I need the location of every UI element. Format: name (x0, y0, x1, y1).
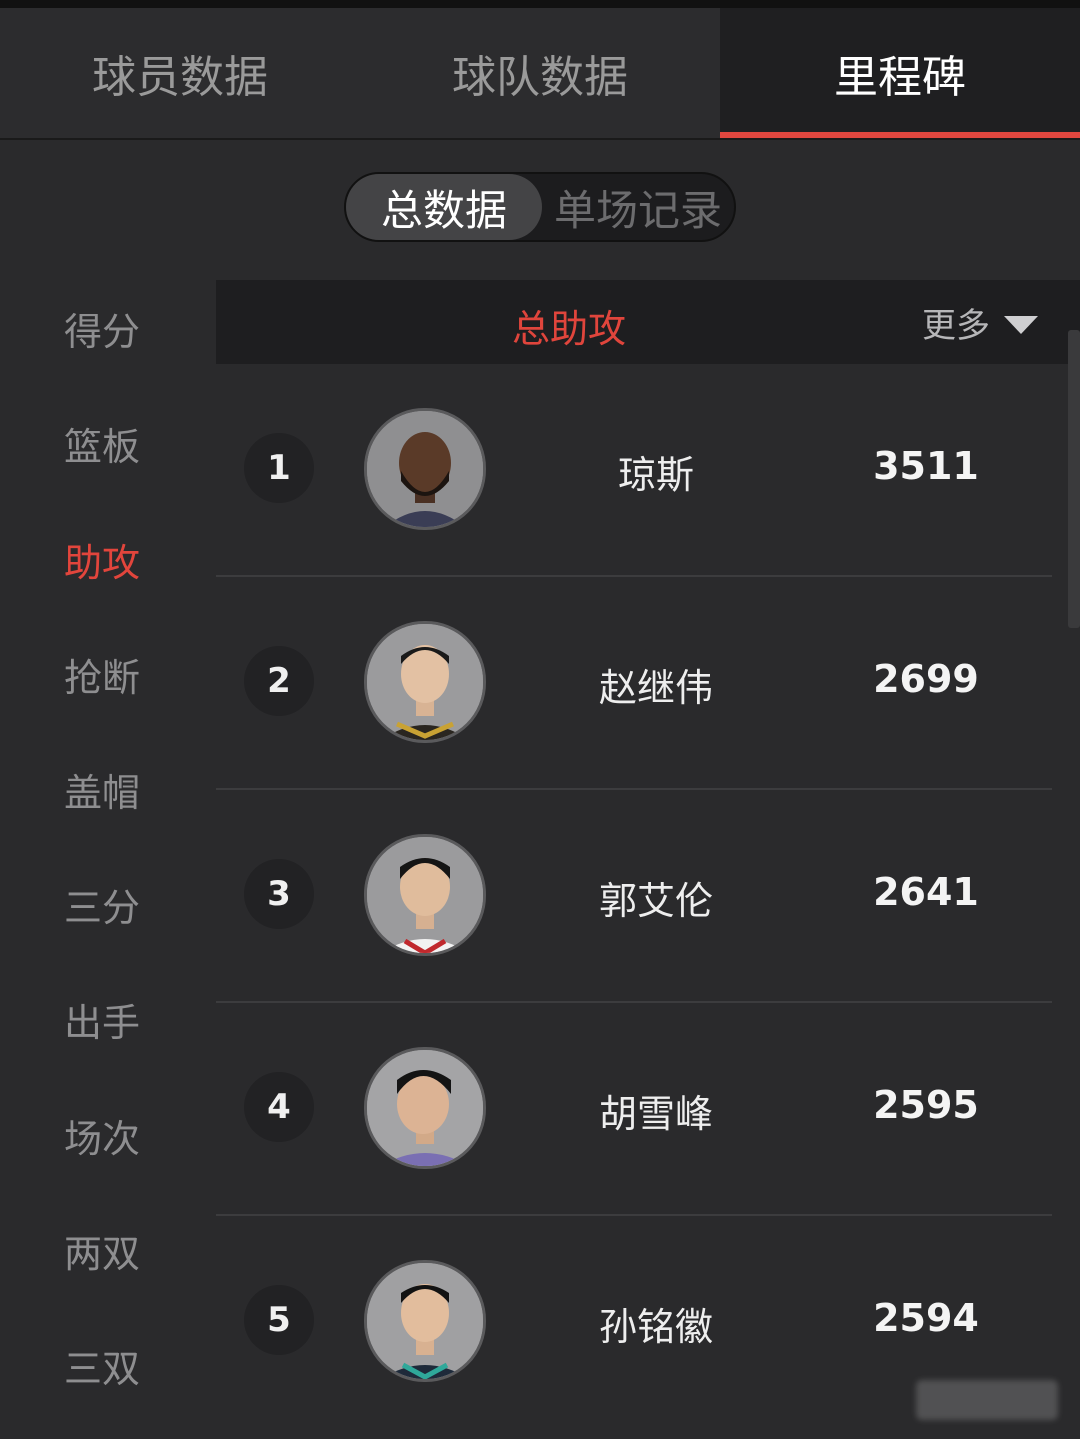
sidebar-item-blocks[interactable]: 盖帽 (64, 762, 140, 817)
sidebar-item-points[interactable]: 得分 (64, 301, 140, 356)
rank-badge: 3 (244, 859, 314, 929)
player-avatar (364, 1260, 486, 1382)
top-tab-bar: 球员数据 球队数据 里程碑 (0, 8, 1080, 140)
sidebar-item-triple-doubles[interactable]: 三双 (64, 1338, 140, 1393)
segment-single-game-records[interactable]: 单场记录 (542, 174, 734, 240)
ranking-row[interactable]: 3 郭艾伦 2641 (216, 790, 1052, 1003)
stat-value: 2595 (873, 1083, 979, 1127)
segmented-control: 总数据 单场记录 (344, 172, 736, 242)
stat-value: 2594 (873, 1296, 979, 1340)
player-name: 赵继伟 (598, 666, 713, 710)
ranking-row[interactable]: 1 琼斯 3511 (216, 364, 1052, 577)
ranking-row[interactable]: 2 赵继伟 2699 (216, 577, 1052, 790)
segment-total-stats[interactable]: 总数据 (346, 174, 542, 240)
more-dropdown[interactable]: 更多 (922, 298, 1038, 347)
stat-value: 2641 (873, 870, 979, 914)
stat-value: 2699 (873, 657, 979, 701)
caret-down-icon (1004, 315, 1038, 334)
list-scrollbar[interactable] (1068, 330, 1080, 628)
player-avatar (364, 408, 486, 530)
rank-badge: 1 (244, 433, 314, 503)
player-name: 琼斯 (617, 453, 694, 497)
rank-badge: 5 (244, 1285, 314, 1355)
tab-team-stats[interactable]: 球队数据 (360, 8, 720, 138)
sidebar-item-steals[interactable]: 抢断 (64, 647, 140, 702)
tab-player-stats[interactable]: 球员数据 (0, 8, 360, 138)
ranking-header: 总助攻 更多 (216, 280, 1080, 364)
sidebar-item-rebounds[interactable]: 篮板 (64, 416, 140, 471)
ranking-title: 总助攻 (512, 307, 627, 351)
player-avatar (364, 834, 486, 956)
rank-badge: 2 (244, 646, 314, 716)
ranking-row[interactable]: 4 胡雪峰 2595 (216, 1003, 1052, 1216)
watermark (916, 1380, 1058, 1420)
top-edge (0, 0, 1080, 8)
player-avatar (364, 621, 486, 743)
sidebar-item-field-goal-attempts[interactable]: 出手 (64, 992, 140, 1047)
player-name: 孙铭徽 (598, 1305, 713, 1349)
rank-badge: 4 (244, 1072, 314, 1142)
player-name: 郭艾伦 (598, 879, 713, 923)
more-label: 更多 (922, 306, 990, 346)
tab-milestones[interactable]: 里程碑 (720, 8, 1080, 138)
player-name: 胡雪峰 (598, 1092, 713, 1136)
player-avatar (364, 1047, 486, 1169)
sidebar-item-three-pointers[interactable]: 三分 (64, 877, 140, 932)
sidebar-item-double-doubles[interactable]: 两双 (64, 1223, 140, 1278)
sidebar-item-assists[interactable]: 助攻 (64, 532, 140, 587)
stat-value: 3511 (873, 444, 979, 488)
sidebar-item-games[interactable]: 场次 (64, 1108, 140, 1163)
